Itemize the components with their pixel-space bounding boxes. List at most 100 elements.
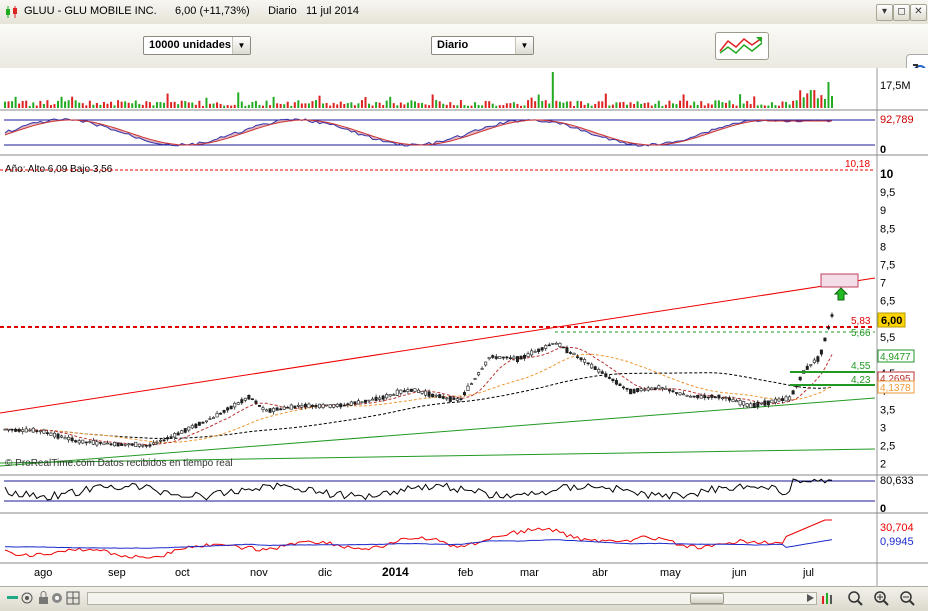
lock-icon[interactable]: [36, 590, 51, 606]
candle-body: [113, 442, 117, 447]
volume-bar: [406, 102, 409, 108]
candle-body: [381, 395, 385, 400]
candle-body: [703, 395, 707, 398]
volume-bar: [756, 105, 759, 108]
candle-body: [162, 439, 166, 442]
candle-body: [151, 442, 155, 445]
volume-bar: [449, 102, 452, 108]
volume-bar: [318, 95, 321, 108]
candle-body: [710, 394, 714, 398]
volume-bar: [428, 105, 431, 108]
volume-bar: [558, 101, 561, 108]
zoom-in-icon[interactable]: [873, 590, 889, 606]
candle-body: [692, 395, 696, 398]
candle-body: [289, 404, 293, 410]
volume-bar: [693, 101, 696, 108]
scroll-right-icon[interactable]: [803, 590, 818, 606]
candle-body: [169, 436, 173, 438]
candle-body: [141, 444, 145, 447]
candle-body: [197, 421, 201, 426]
volume-bar: [28, 105, 31, 108]
zoom-out-icon[interactable]: [5, 590, 20, 606]
zoom-reset-icon[interactable]: [899, 590, 915, 606]
candle-body: [470, 383, 474, 385]
candle-body: [738, 400, 742, 406]
settings-icon[interactable]: [50, 590, 65, 606]
grid-icon[interactable]: [66, 590, 81, 606]
volume-bar: [134, 100, 137, 108]
volume-bar: [498, 105, 501, 108]
period-select[interactable]: Diario ▼: [431, 36, 534, 55]
candle-body: [523, 354, 527, 359]
candle-body: [572, 352, 576, 355]
candle-body: [763, 400, 767, 406]
bar-width-icon[interactable]: [820, 590, 835, 606]
price-axis-label: 7: [880, 278, 886, 290]
candle-body: [95, 441, 99, 446]
stochastic-value: 92,789: [880, 114, 914, 126]
volume-bar: [707, 103, 710, 108]
time-scrollbar[interactable]: [87, 592, 817, 605]
candle-body: [636, 388, 640, 392]
volume-bar: [583, 104, 586, 108]
candle-body: [565, 347, 569, 354]
restore-button[interactable]: ◻: [893, 4, 910, 21]
candle-body: [328, 404, 332, 408]
pan-icon[interactable]: [20, 590, 35, 606]
volume-bar: [49, 105, 52, 108]
candle-body: [74, 440, 78, 443]
minimize-button[interactable]: ▾: [876, 4, 893, 21]
time-axis-label: feb: [458, 567, 473, 579]
candle-body: [67, 436, 71, 441]
volume-bar: [300, 103, 303, 108]
candle-body: [568, 352, 572, 354]
candle-body: [639, 388, 643, 392]
candle-body: [551, 342, 555, 345]
indicators-button[interactable]: [715, 32, 769, 60]
candle-body: [229, 405, 233, 410]
volume-bar: [746, 100, 749, 108]
time-axis-label: nov: [250, 567, 268, 579]
volume-bar: [113, 105, 116, 108]
volume-bar: [710, 104, 713, 108]
candle-body: [742, 401, 746, 406]
volume-bar: [364, 97, 367, 108]
volume-bar: [120, 101, 123, 108]
candle-body: [360, 401, 364, 404]
candle-body: [731, 399, 735, 403]
macd-value-2: 0,9945: [880, 536, 914, 548]
volume-bar: [650, 105, 653, 108]
volume-bar: [477, 104, 480, 108]
volume-bar: [700, 101, 703, 108]
chart-area[interactable]: 17,5M 92,789 0 Año: Alto 6,09 Bajo 3,56 …: [0, 68, 928, 586]
candle-body: [494, 356, 498, 359]
price-axis-label: 2,5: [880, 441, 895, 453]
candle-body: [240, 399, 244, 404]
candle-body: [275, 407, 279, 411]
zoom-icon[interactable]: [847, 590, 863, 606]
volume-bar: [322, 103, 325, 108]
candle-body: [155, 441, 159, 444]
volume-bar: [573, 105, 576, 108]
time-axis-label: ago: [34, 567, 52, 579]
close-button[interactable]: ✕: [910, 4, 927, 21]
volume-bar: [587, 103, 590, 108]
candle-body: [77, 440, 81, 444]
units-select[interactable]: 10000 unidades ▼: [143, 36, 251, 55]
volume-bar: [272, 96, 275, 108]
volume-bar: [336, 104, 339, 108]
candle-body: [671, 390, 675, 393]
volume-bar: [173, 101, 176, 108]
volume-bar: [809, 90, 812, 108]
volume-bar: [590, 105, 593, 108]
candle-body: [816, 356, 820, 362]
candle-body: [335, 403, 339, 407]
candle-body: [480, 368, 484, 370]
volume-bar: [71, 96, 74, 108]
volume-bar: [159, 102, 162, 108]
volume-bar: [601, 101, 604, 108]
scrollbar-thumb[interactable]: [690, 593, 724, 604]
candle-body: [777, 398, 781, 402]
volume-bar: [332, 102, 335, 108]
volume-bar: [382, 105, 385, 108]
